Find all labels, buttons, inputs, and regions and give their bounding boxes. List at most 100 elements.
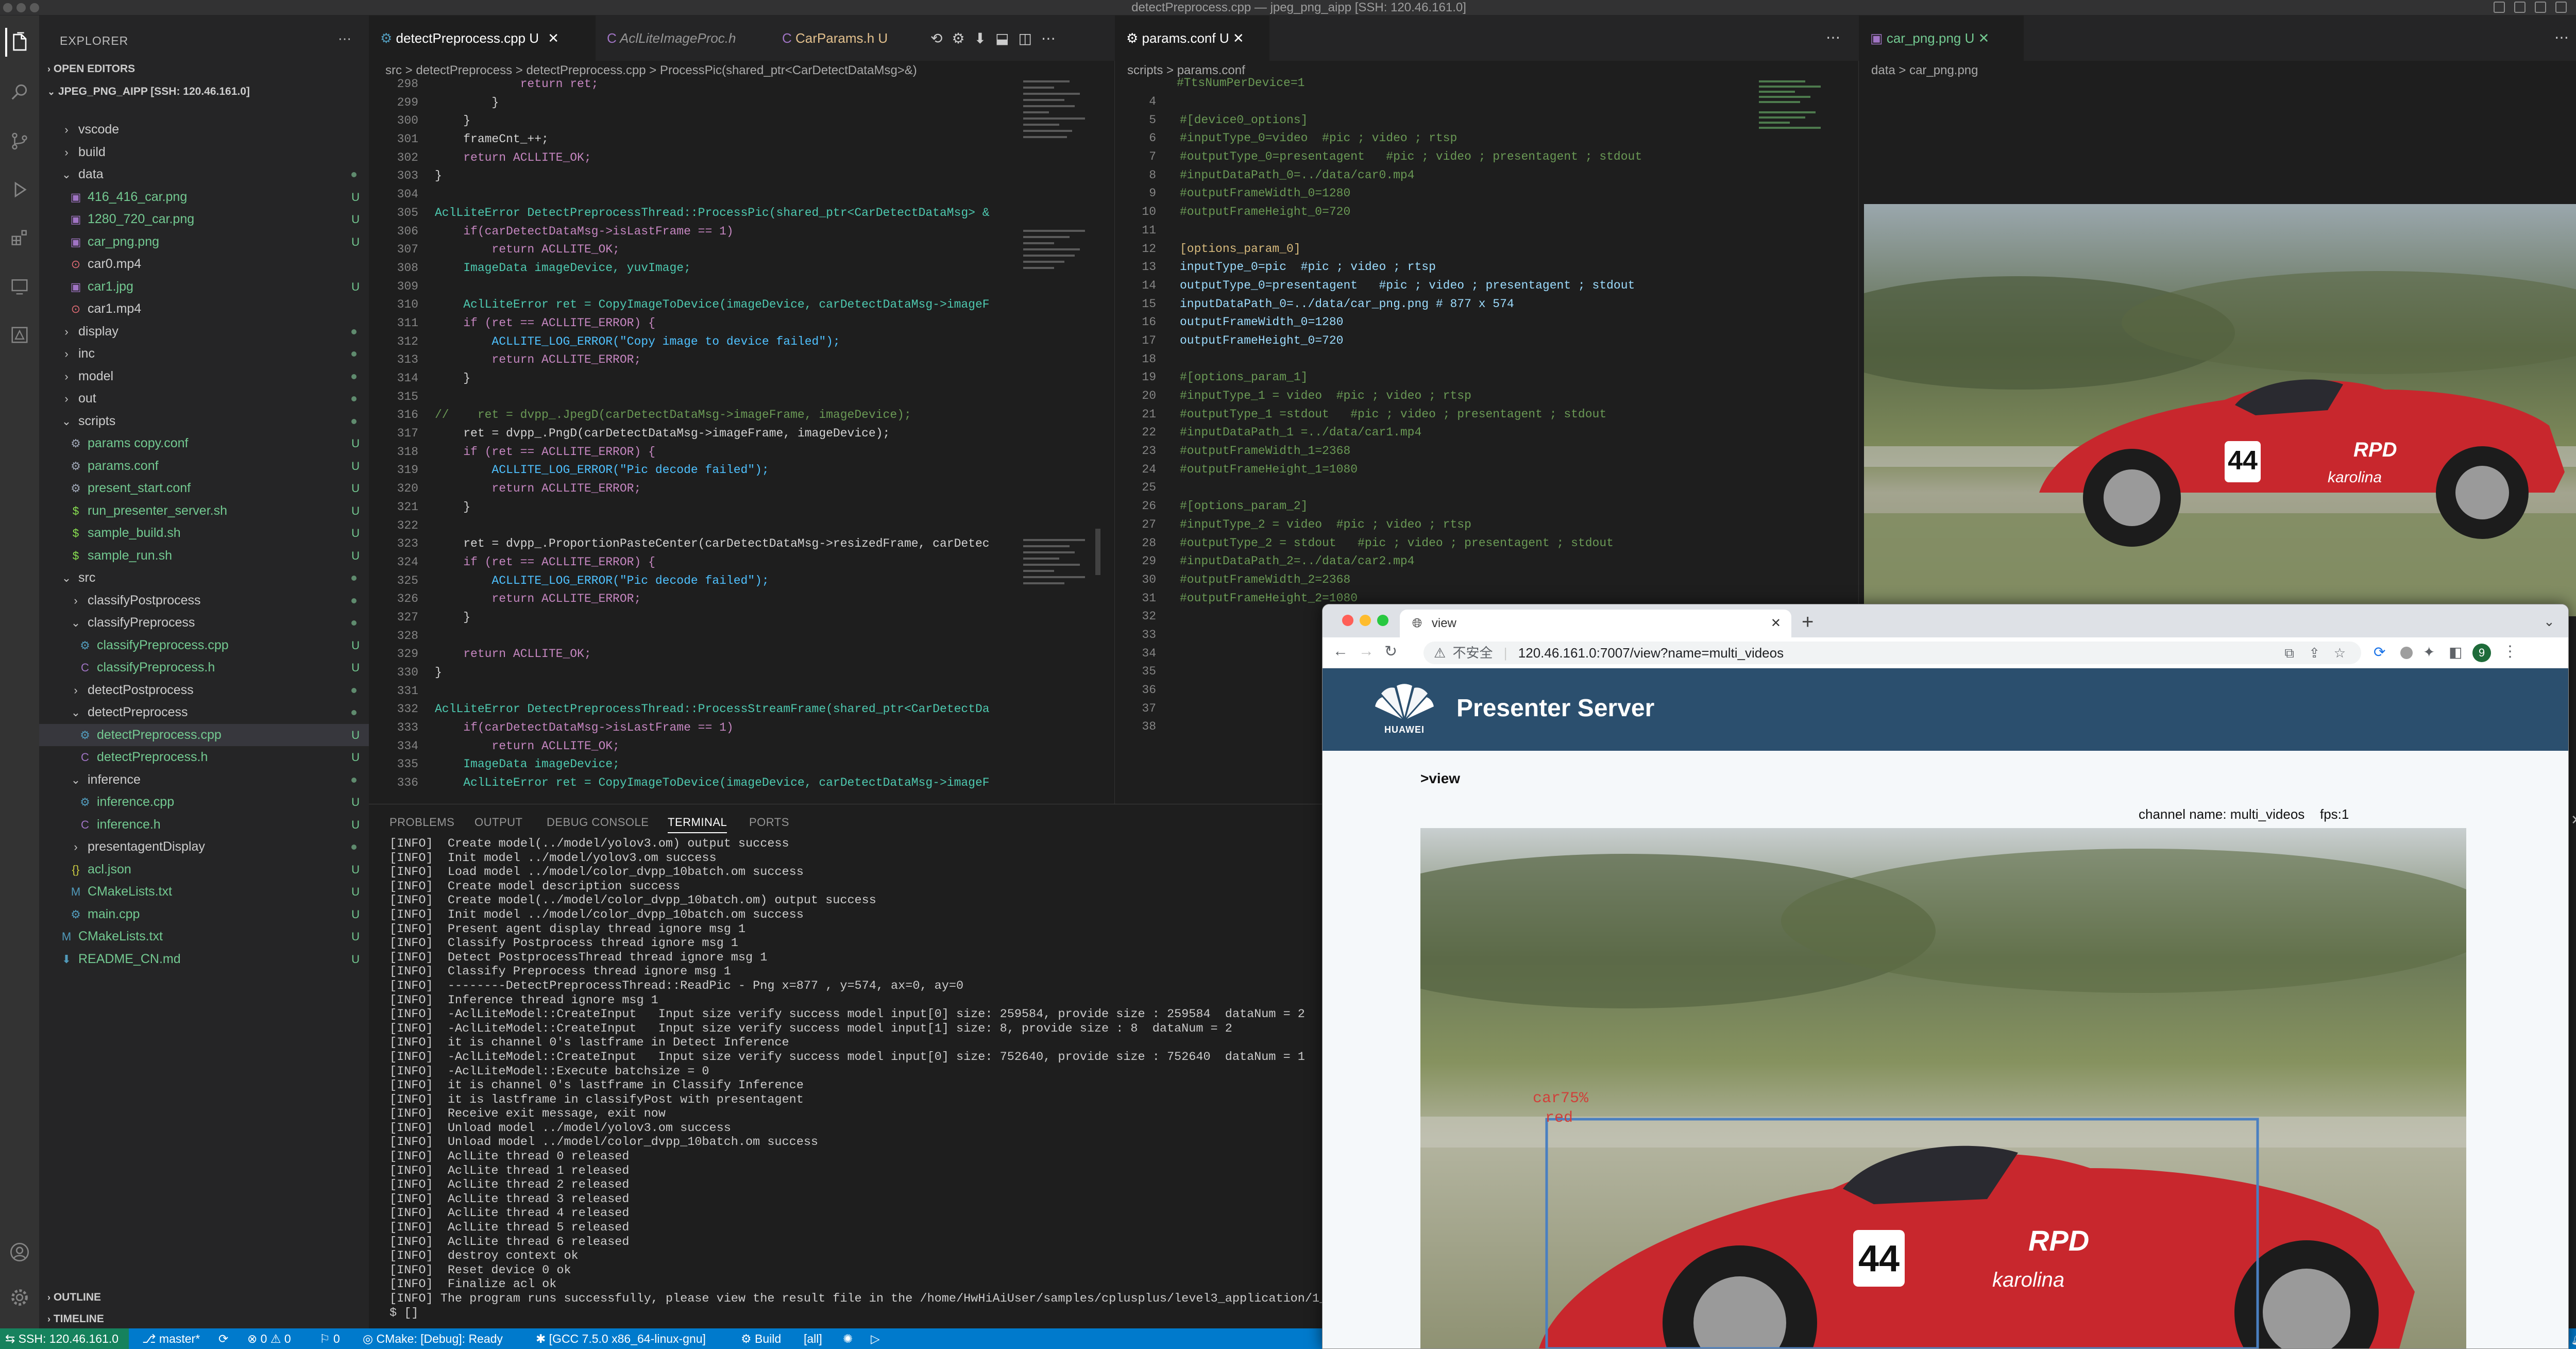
tree-item[interactable]: $ sample_build.sh U — [39, 522, 369, 545]
tree-item[interactable]: $ sample_run.sh U — [39, 545, 369, 567]
tree-item[interactable]: ⌄ detectPreprocess — [39, 701, 369, 724]
tree-item[interactable]: ⌄ scripts — [39, 410, 369, 433]
explorer-icon[interactable] — [5, 28, 34, 57]
tree-item[interactable]: ⌄ classifyPreprocess — [39, 612, 369, 634]
close-tab-icon[interactable]: ✕ — [1978, 30, 1990, 46]
tree-item[interactable]: › vscode — [39, 119, 369, 141]
build-button[interactable]: ⚙ Build — [741, 1328, 781, 1349]
browser-menu-icon[interactable]: ⋮ — [2502, 643, 2518, 661]
new-tab-icon[interactable]: + — [1802, 611, 1814, 634]
more-actions-icon[interactable]: ⋯ — [1826, 29, 1840, 46]
tree-item[interactable]: › classifyPostprocess — [39, 589, 369, 612]
tree-item[interactable]: ▣ 416_416_car.png U — [39, 186, 369, 209]
toggle-sidebar-icon[interactable] — [2494, 2, 2505, 13]
outline-section[interactable]: › OUTLINE — [47, 1291, 101, 1304]
tree-item[interactable]: ⚙ classifyPreprocess.cpp U — [39, 634, 369, 657]
tree-item[interactable]: ▣ car_png.png U — [39, 231, 369, 254]
problems-indicator[interactable]: ⊗ 0 ⚠ 0 — [247, 1328, 291, 1349]
tab-terminal[interactable]: TERMINAL — [668, 816, 727, 833]
kit-selector[interactable]: ✱ [GCC 7.5.0 x86_64-linux-gnu] — [536, 1328, 706, 1349]
tree-item[interactable]: ⚙ main.cpp U — [39, 903, 369, 926]
debug-icon[interactable]: ✺ — [843, 1328, 853, 1349]
tree-item[interactable]: › inc — [39, 343, 369, 365]
tree-item[interactable]: ⌄ inference — [39, 769, 369, 791]
account-icon[interactable] — [5, 1238, 34, 1267]
tree-item[interactable]: Cinference.h U — [39, 814, 369, 836]
tab-output[interactable]: OUTPUT — [474, 816, 522, 829]
view-crumb[interactable]: >view — [1420, 770, 1460, 787]
run-debug-icon[interactable] — [5, 175, 34, 204]
close-tab-icon[interactable]: ✕ — [548, 30, 559, 46]
extensions-icon[interactable] — [5, 224, 34, 252]
browser-close-icon[interactable] — [1342, 615, 1353, 626]
tree-item[interactable]: ⊙ car1.mp4 — [39, 298, 369, 321]
remote-indicator[interactable]: ⇆ SSH: 120.46.161.0 — [0, 1328, 129, 1349]
source-control-icon[interactable] — [5, 127, 34, 156]
translate-icon[interactable]: ⧉ — [2284, 642, 2294, 664]
cmake-icon[interactable] — [5, 321, 34, 349]
tree-item[interactable]: ▣ car1.jpg U — [39, 276, 369, 298]
address-bar[interactable]: ⚠ 不安全 | 120.46.161.0:7007/view?name=mult… — [1423, 642, 2361, 664]
close-tab-icon[interactable]: ✕ — [1233, 30, 1244, 46]
close-tab-icon[interactable]: ✕ — [1771, 610, 1781, 637]
tab-car-png[interactable]: ▣ car_png.png U ✕ — [1859, 15, 2024, 61]
manage-gear-icon[interactable] — [5, 1283, 34, 1312]
extension-icon[interactable]: ⟳ — [2374, 644, 2385, 661]
ports-indicator[interactable]: ⚐ 0 — [319, 1328, 340, 1349]
close-panel-icon[interactable]: ✕ — [2571, 812, 2576, 828]
tree-item[interactable]: ⌄ src — [39, 567, 369, 589]
editor2-minimap[interactable] — [1754, 75, 1846, 230]
tree-item[interactable]: {} acl.json U — [39, 858, 369, 881]
browser-minimize-icon[interactable] — [1360, 615, 1371, 626]
toggle-secondary-sidebar-icon[interactable] — [2535, 2, 2546, 13]
tree-item[interactable]: ⚙ params copy.conf U — [39, 432, 369, 455]
tree-item[interactable]: ⚙ params.conf U — [39, 455, 369, 478]
back-icon[interactable]: ← — [1333, 643, 1348, 660]
project-section[interactable]: ⌄ JPEG_PNG_AIPP [SSH: 120.46.161.0] — [47, 86, 250, 98]
tree-item[interactable]: ▣ 1280_720_car.png U — [39, 208, 369, 231]
timeline-section[interactable]: › TIMELINE — [47, 1313, 104, 1325]
reload-icon[interactable]: ↻ — [1384, 643, 1397, 661]
editor1-minimap[interactable] — [1018, 75, 1100, 802]
share-icon[interactable]: ⇪ — [2309, 642, 2320, 664]
tab-search-icon[interactable]: ⌄ — [2544, 614, 2555, 630]
tree-item[interactable]: ⊙ car0.mp4 — [39, 253, 369, 276]
customize-layout-icon[interactable] — [2555, 2, 2567, 13]
tree-item[interactable]: ⚙ present_start.conf U — [39, 477, 369, 500]
build-target[interactable]: [all] — [804, 1328, 822, 1349]
tab-ports[interactable]: PORTS — [749, 816, 789, 829]
cmake-status[interactable]: ◎ CMake: [Debug]: Ready — [363, 1328, 503, 1349]
tab-problems[interactable]: PROBLEMS — [389, 816, 454, 829]
tab-aclliteimageproc-h[interactable]: C AclLiteImageProc.h — [596, 15, 771, 61]
tree-item[interactable]: › build — [39, 141, 369, 164]
tree-item[interactable]: M CMakeLists.txt U — [39, 925, 369, 948]
tree-item[interactable]: ⚙ inference.cpp U — [39, 791, 369, 814]
editor3-breadcrumb[interactable]: data > car_png.png — [1871, 63, 1978, 78]
tree-item[interactable]: CdetectPreprocess.h U — [39, 746, 369, 769]
run-icon[interactable]: ▷ — [871, 1328, 880, 1349]
more-actions-icon[interactable]: ⋯ — [2554, 29, 2569, 46]
browser-zoom-icon[interactable] — [1377, 615, 1388, 626]
open-editors-section[interactable]: › OPEN EDITORS — [47, 63, 135, 75]
puzzle-icon[interactable]: ✦ — [2423, 644, 2435, 661]
bookmark-star-icon[interactable]: ☆ — [2334, 642, 2346, 664]
tree-item[interactable]: › display — [39, 321, 369, 343]
toggle-panel-icon[interactable] — [2514, 2, 2526, 13]
editor1-code[interactable]: return ret; } } frameCnt_++; return ACLL… — [435, 75, 1002, 802]
sync-icon[interactable]: ⟳ — [218, 1328, 228, 1349]
sidepanel-icon[interactable]: ◧ — [2449, 644, 2462, 661]
editor-actions[interactable]: ⟲⚙⬇⬓◫⋯ — [930, 30, 1065, 47]
search-icon[interactable] — [5, 77, 34, 106]
tree-item[interactable]: CclassifyPreprocess.h U — [39, 656, 369, 679]
tree-item[interactable]: › presentagentDisplay — [39, 836, 369, 858]
tab-detectpreprocess-cpp[interactable]: ⚙ detectPreprocess.cpp U ✕ — [369, 15, 596, 61]
tree-item[interactable]: ⌄ data — [39, 163, 369, 186]
tree-item[interactable]: ⬇ README_CN.md U — [39, 948, 369, 971]
tree-item[interactable]: › detectPostprocess — [39, 679, 369, 702]
browser-tab-view[interactable]: 🌐︎ view ✕ — [1400, 610, 1791, 637]
tree-item[interactable]: › out — [39, 387, 369, 410]
profile-avatar[interactable]: 9 — [2472, 644, 2491, 662]
remote-explorer-icon[interactable] — [5, 272, 34, 301]
tree-item[interactable]: $ run_presenter_server.sh U — [39, 500, 369, 522]
tree-item[interactable]: M CMakeLists.txt U — [39, 881, 369, 903]
